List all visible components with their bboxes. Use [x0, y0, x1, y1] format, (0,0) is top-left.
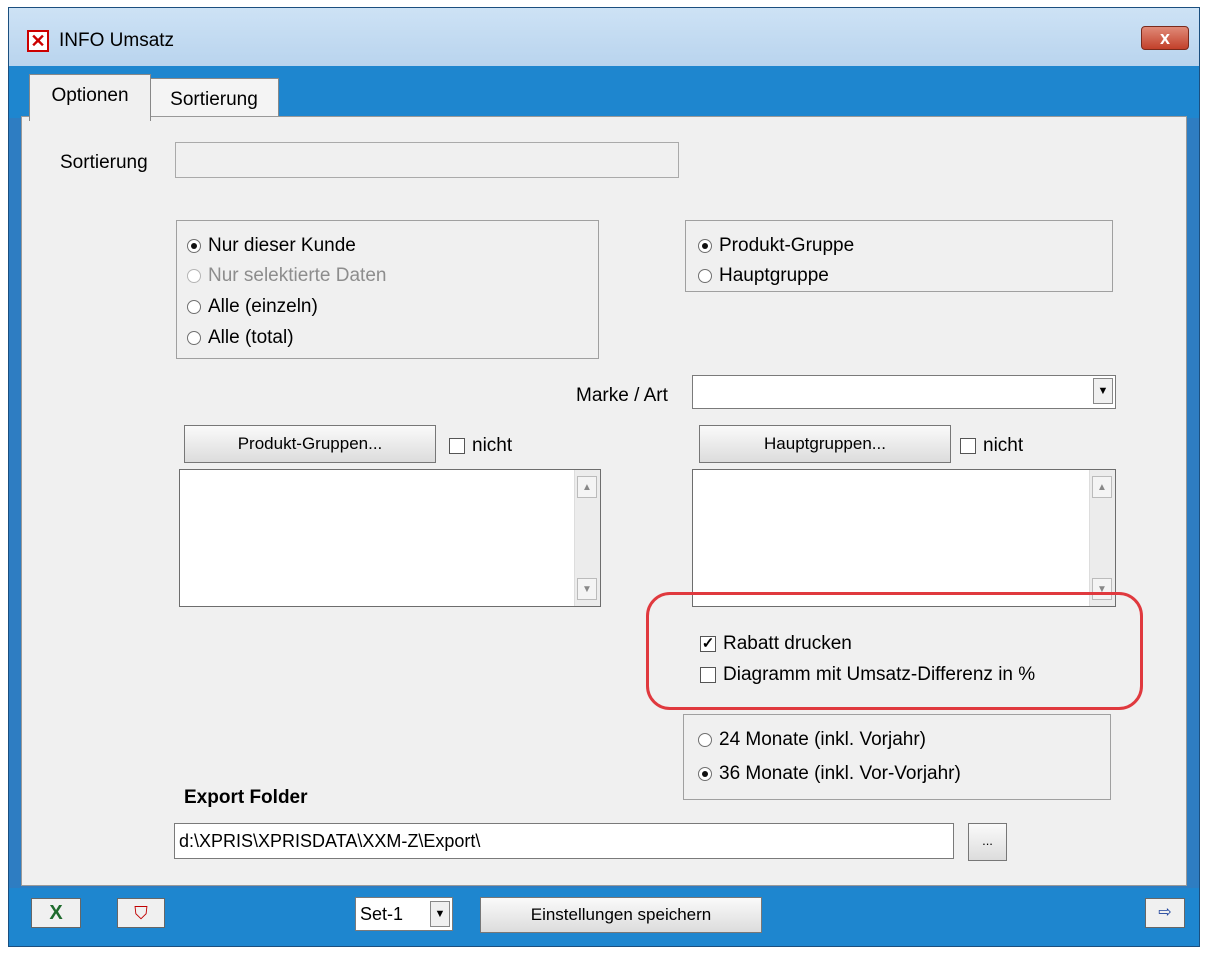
- sortierung-field: [175, 142, 679, 178]
- checkbox-label: nicht: [472, 435, 513, 456]
- grouping-group: Produkt-Gruppe Hauptgruppe: [685, 220, 1113, 292]
- radio-hauptgruppe[interactable]: Hauptgruppe: [698, 265, 829, 287]
- radio-icon: [187, 331, 201, 345]
- scrollbar[interactable]: ▲ ▼: [1089, 470, 1115, 606]
- hauptgruppen-nicht-checkbox[interactable]: nicht: [960, 435, 1023, 457]
- hauptgruppen-list[interactable]: ▲ ▼: [692, 469, 1116, 607]
- radio-icon: [187, 300, 201, 314]
- radio-label: 36 Monate (inkl. Vor-Vorjahr): [719, 763, 961, 784]
- radio-24-monate[interactable]: 24 Monate (inkl. Vorjahr): [698, 729, 926, 751]
- marke-combobox[interactable]: ▼: [692, 375, 1116, 409]
- period-group: 24 Monate (inkl. Vorjahr) 36 Monate (ink…: [683, 714, 1111, 800]
- radio-selected-icon: [698, 239, 712, 253]
- bottom-toolbar: X ⛉ Set-1 ▼ Einstellungen speichern ⇨: [9, 888, 1199, 946]
- radio-alle-einzeln[interactable]: Alle (einzeln): [187, 296, 318, 318]
- set-combobox[interactable]: Set-1 ▼: [355, 897, 453, 931]
- radio-alle-total[interactable]: Alle (total): [187, 327, 294, 349]
- export-folder-field[interactable]: d:\XPRIS\XPRISDATA\XXM-Z\Export\: [174, 823, 954, 859]
- radio-selected-icon: [187, 239, 201, 253]
- save-settings-button[interactable]: Einstellungen speichern: [480, 897, 762, 933]
- scroll-up-icon[interactable]: ▲: [577, 476, 597, 498]
- app-icon: ✕: [27, 30, 49, 52]
- radio-selected-icon: [698, 767, 712, 781]
- export-folder-label: Export Folder: [184, 787, 308, 808]
- chevron-down-icon[interactable]: ▼: [1093, 378, 1113, 404]
- produkt-gruppen-button[interactable]: Produkt-Gruppen...: [184, 425, 436, 463]
- radio-icon: [698, 269, 712, 283]
- exit-door-icon[interactable]: ⇨: [1145, 898, 1185, 928]
- checkbox-icon: [960, 438, 976, 454]
- set-value: Set-1: [360, 904, 404, 924]
- checkbox-icon: [449, 438, 465, 454]
- radio-icon: [698, 733, 712, 747]
- tab-strip: Optionen Sortierung: [9, 66, 1199, 121]
- radio-icon: [187, 269, 201, 283]
- scroll-down-icon[interactable]: ▼: [577, 578, 597, 600]
- scrollbar[interactable]: ▲ ▼: [574, 470, 600, 606]
- radio-label: Hauptgruppe: [719, 265, 829, 286]
- radio-label: Alle (total): [208, 327, 294, 348]
- browse-button[interactable]: ...: [968, 823, 1007, 861]
- radio-label: Nur selektierte Daten: [208, 265, 387, 286]
- chevron-down-icon[interactable]: ▼: [430, 901, 450, 927]
- radio-label: Alle (einzeln): [208, 296, 318, 317]
- tab-optionen[interactable]: Optionen: [29, 74, 151, 121]
- window-title: INFO Umsatz: [59, 30, 175, 51]
- marke-label: Marke / Art: [576, 385, 668, 406]
- radio-nur-selektierte-daten: Nur selektierte Daten: [187, 265, 386, 287]
- radio-36-monate[interactable]: 36 Monate (inkl. Vor-Vorjahr): [698, 763, 961, 785]
- options-panel: Sortierung Nur dieser Kunde Nur selektie…: [21, 116, 1187, 886]
- radio-label: Produkt-Gruppe: [719, 235, 855, 256]
- dialog-window: ✕ INFO Umsatz x Optionen Sortierung Sort…: [8, 7, 1200, 947]
- title-bar: ✕ INFO Umsatz x: [9, 8, 1199, 66]
- close-button[interactable]: x: [1141, 26, 1189, 50]
- checkbox-label: nicht: [983, 435, 1024, 456]
- produkt-gruppen-nicht-checkbox[interactable]: nicht: [449, 435, 512, 457]
- pdf-export-icon[interactable]: ⛉: [117, 898, 165, 928]
- customer-scope-group: Nur dieser Kunde Nur selektierte Daten A…: [176, 220, 599, 359]
- highlight-annotation: [646, 592, 1143, 710]
- sortierung-label: Sortierung: [60, 152, 148, 173]
- scroll-up-icon[interactable]: ▲: [1092, 476, 1112, 498]
- radio-label: 24 Monate (inkl. Vorjahr): [719, 729, 926, 750]
- radio-produkt-gruppe[interactable]: Produkt-Gruppe: [698, 235, 854, 257]
- hauptgruppen-button[interactable]: Hauptgruppen...: [699, 425, 951, 463]
- produkt-gruppen-list[interactable]: ▲ ▼: [179, 469, 601, 607]
- radio-nur-dieser-kunde[interactable]: Nur dieser Kunde: [187, 235, 356, 257]
- radio-label: Nur dieser Kunde: [208, 235, 356, 256]
- excel-export-icon[interactable]: X: [31, 898, 81, 928]
- tab-sortierung[interactable]: Sortierung: [149, 78, 279, 118]
